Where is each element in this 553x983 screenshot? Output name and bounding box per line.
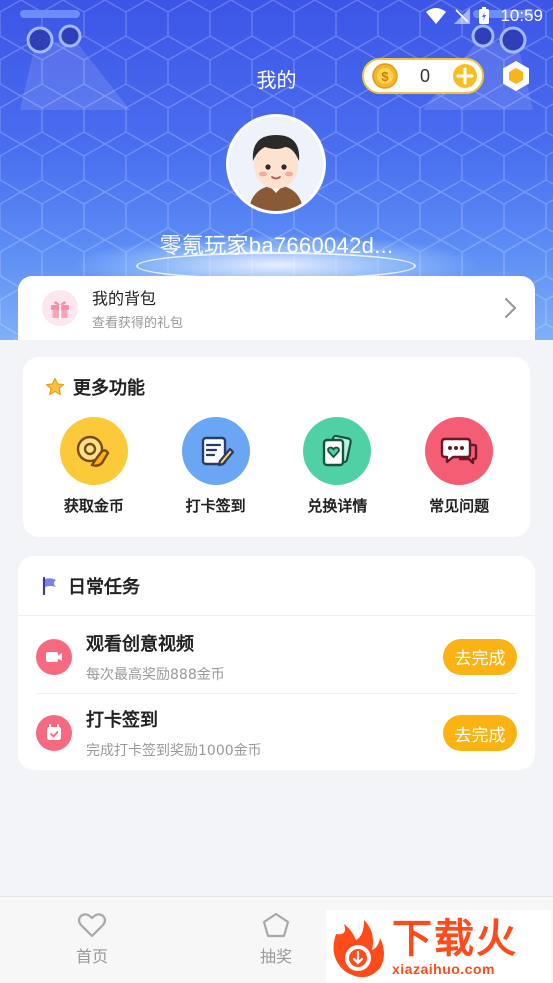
backpack-title: 我的背包 (92, 289, 157, 308)
checkin-card-icon (181, 417, 250, 485)
func-label: 打卡签到 (185, 497, 246, 515)
flame-logo-icon (333, 919, 384, 977)
coin-icon: $ (372, 63, 398, 89)
watermark-url: xiazaihuo.com (392, 960, 495, 977)
status-bar: 10:59 (426, 0, 553, 32)
battery-icon (479, 7, 490, 24)
boy-avatar-icon (229, 117, 323, 211)
func-label: 获取金币 (63, 497, 124, 515)
nav-label: 抽奖 (259, 947, 292, 966)
nav-label: 首页 (75, 947, 108, 966)
func-label: 兑换详情 (307, 497, 368, 515)
avatar[interactable] (226, 114, 326, 214)
chevron-right-icon (504, 297, 517, 319)
chat-bubbles-icon (425, 417, 494, 485)
heart-icon (77, 913, 107, 938)
func-label: 常见问题 (429, 497, 490, 515)
task-row: 打卡签到 完成打卡签到奖励1000金币 去完成 (36, 696, 517, 770)
task-title: 打卡签到 (86, 710, 158, 731)
watermark-title: 下载火 (392, 915, 518, 962)
task-subtitle: 完成打卡签到奖励1000金币 (86, 743, 262, 759)
calendar-icon (36, 715, 72, 751)
coin-balance[interactable]: $ 0 (362, 58, 484, 94)
coin-hand-icon (59, 417, 128, 485)
go-complete-button[interactable]: 去完成 (443, 715, 517, 751)
more-functions-title: 更多功能 (73, 378, 145, 399)
status-time: 10:59 (500, 6, 543, 25)
more-functions-card: 更多功能 获取金币 打卡签到 兑换详情 常见问题 (23, 357, 530, 537)
gift-icon (42, 290, 78, 326)
pentagon-icon (262, 912, 290, 938)
add-coin-icon[interactable] (452, 63, 478, 89)
coin-value: 0 (419, 65, 430, 86)
username: 零氪玩家ba7660042d... (159, 233, 394, 258)
daily-tasks-title: 日常任务 (68, 576, 140, 598)
flag-icon (42, 576, 56, 595)
daily-tasks-card: 日常任务 观看创意视频 每次最高奖励888金币 去完成 打卡签到 完成打卡签到奖… (18, 556, 535, 770)
nav-home[interactable]: 首页 (42, 911, 142, 967)
func-get-coins[interactable]: 获取金币 (44, 417, 144, 516)
nav-lottery[interactable]: 抽奖 (226, 911, 326, 967)
backpack-subtitle: 查看获得的礼包 (92, 316, 184, 331)
svg-text:$: $ (381, 69, 389, 84)
exchange-cards-icon (303, 417, 372, 485)
spotlight-left-icon (20, 10, 130, 110)
task-row: 观看创意视频 每次最高奖励888金币 去完成 (36, 620, 517, 694)
watermark-logo: 下载火 xiazaihuo.com (326, 910, 551, 983)
func-checkin[interactable]: 打卡签到 (166, 417, 266, 516)
func-faq[interactable]: 常见问题 (409, 417, 509, 516)
task-title: 观看创意视频 (86, 633, 194, 655)
wifi-icon (426, 8, 447, 24)
go-complete-button[interactable]: 去完成 (443, 638, 517, 675)
settings-hexagon-icon[interactable] (500, 60, 532, 92)
task-subtitle: 每次最高奖励888金币 (86, 666, 225, 683)
signal-icon (454, 8, 471, 24)
video-icon (36, 638, 72, 675)
backpack-row[interactable]: 我的背包 查看获得的礼包 (18, 276, 535, 340)
func-exchange[interactable]: 兑换详情 (287, 417, 387, 516)
star-icon (45, 377, 65, 396)
